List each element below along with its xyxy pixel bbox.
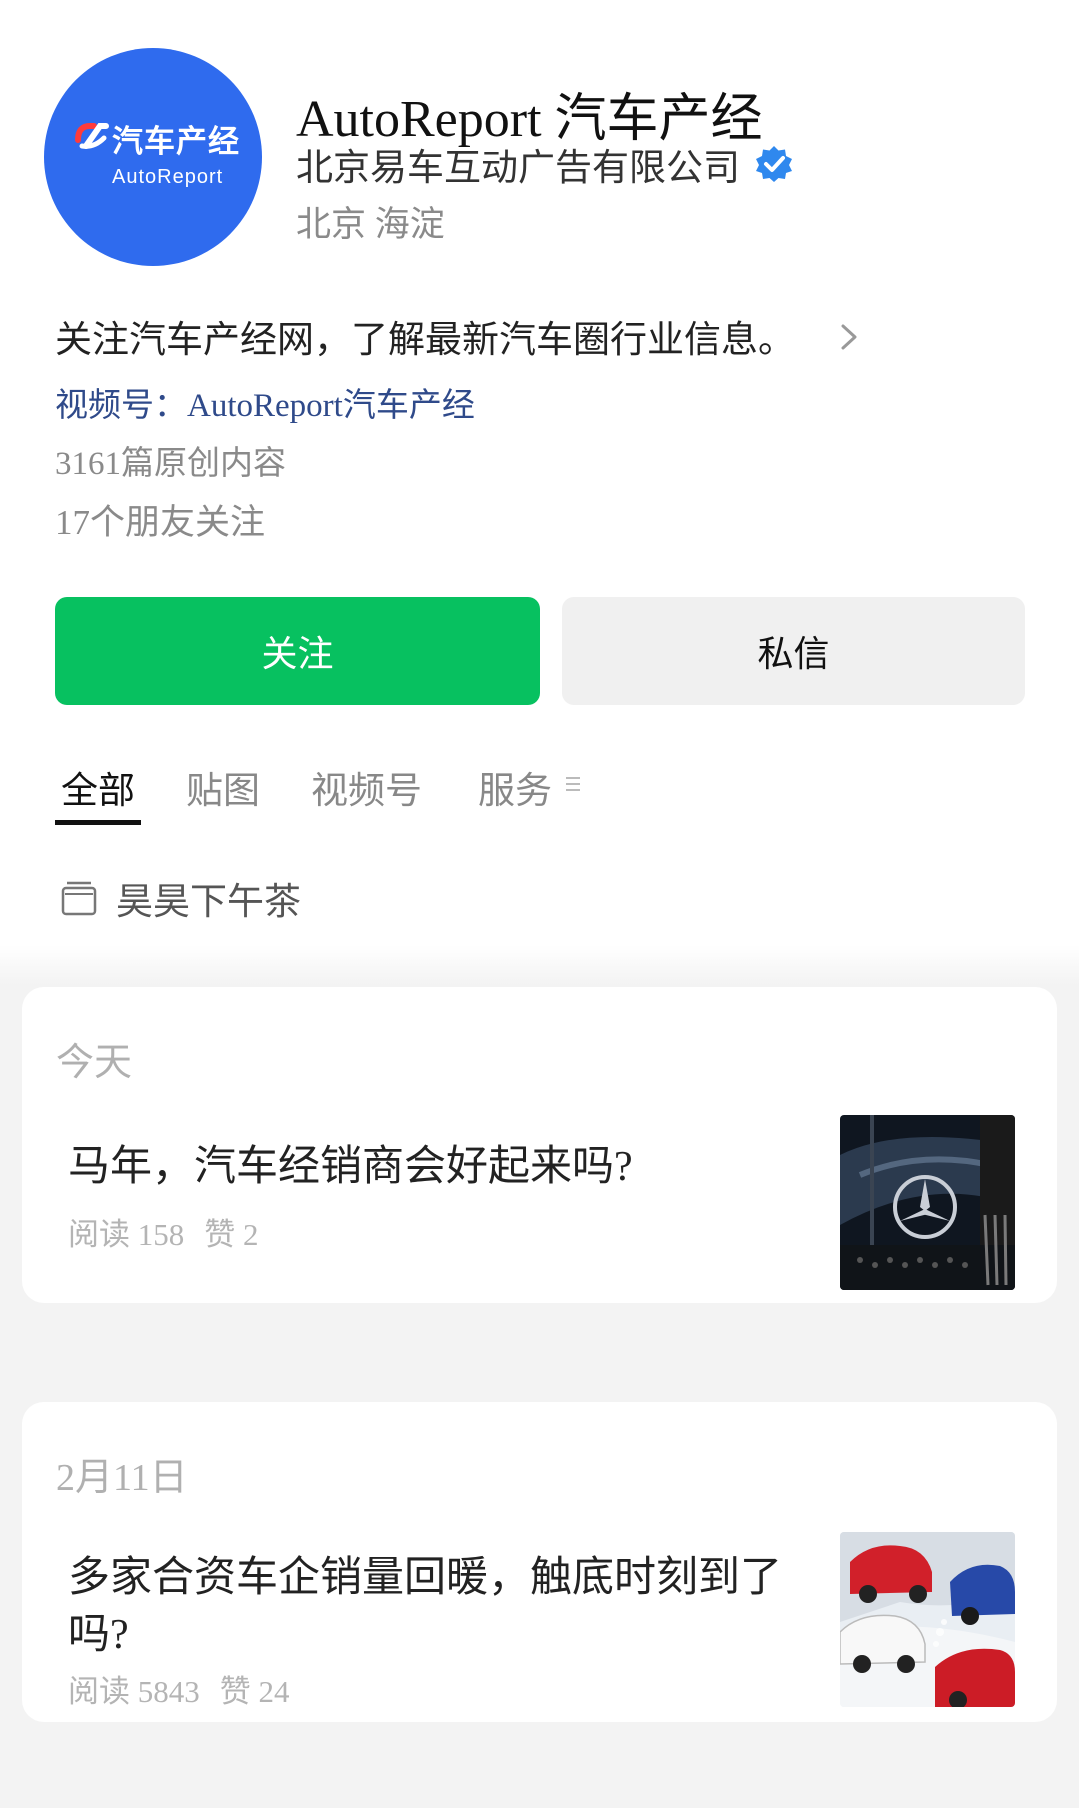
follow-button[interactable]: 关注	[55, 597, 540, 705]
article-thumbnail[interactable]	[840, 1532, 1015, 1707]
article-card[interactable]: 今天 马年，汽车经销商会好起来吗? 阅读 158 赞 2	[22, 987, 1057, 1303]
tab-channels[interactable]: 视频号	[311, 760, 422, 814]
article-stats: 阅读 158 赞 2	[68, 1209, 259, 1254]
tab-services[interactable]: 服务	[478, 760, 552, 814]
logo-chinese-text: 汽车产经	[112, 124, 240, 160]
collection-row[interactable]: 昊昊下午茶	[60, 870, 301, 926]
collection-label: 昊昊下午茶	[116, 882, 301, 923]
company-row: 北京易车互动广告有限公司	[296, 142, 794, 189]
account-avatar[interactable]: 汽车产经 AutoReport	[44, 48, 262, 266]
logo-english-text: AutoReport	[112, 166, 224, 188]
like-count: 赞 24	[219, 1674, 290, 1709]
verified-badge-icon[interactable]	[754, 144, 794, 184]
chevron-right-icon	[841, 324, 857, 350]
tab-posts[interactable]: 贴图	[186, 760, 260, 814]
friends-following-count[interactable]: 17个朋友关注	[55, 494, 265, 545]
official-account-profile-page: 汽车产经 AutoReport AutoReport 汽车产经 北京易车互动广告…	[0, 0, 1079, 1808]
article-date: 今天	[56, 1042, 133, 1084]
location: 北京 海淀	[296, 205, 445, 244]
article-date: 2月11日	[56, 1457, 188, 1499]
menu-lines-icon[interactable]	[563, 772, 583, 796]
video-channel-link[interactable]: 视频号：AutoReport汽车产经	[55, 378, 475, 426]
tab-all[interactable]: 全部	[61, 760, 135, 814]
original-articles-count: 3161篇原创内容	[55, 446, 286, 482]
article-stats: 阅读 5843 赞 24	[68, 1666, 290, 1711]
company-name: 北京易车互动广告有限公司	[296, 148, 740, 189]
active-tab-indicator	[55, 820, 141, 825]
article-card[interactable]: 2月11日 多家合资车企销量回暖，触底时刻到了吗? 阅读 5843 赞 24	[22, 1402, 1057, 1722]
read-count: 阅读 158	[68, 1217, 185, 1252]
read-count: 阅读 5843	[68, 1674, 200, 1709]
account-intro: 关注汽车产经网，了解最新汽车圈行业信息。	[55, 320, 795, 361]
like-count: 赞 2	[204, 1217, 259, 1252]
article-thumbnail[interactable]	[840, 1115, 1015, 1290]
article-feed: 今天 马年，汽车经销商会好起来吗? 阅读 158 赞 2 2月11日 多家合资车…	[0, 945, 1079, 1808]
message-button[interactable]: 私信	[562, 597, 1025, 705]
autoreport-logo-icon	[75, 123, 109, 149]
article-title[interactable]: 多家合资车企销量回暖，触底时刻到了吗?	[68, 1550, 828, 1664]
folder-icon	[61, 881, 97, 916]
article-title[interactable]: 马年，汽车经销商会好起来吗?	[68, 1139, 828, 1196]
intro-row[interactable]: 关注汽车产经网，了解最新汽车圈行业信息。	[55, 310, 857, 362]
